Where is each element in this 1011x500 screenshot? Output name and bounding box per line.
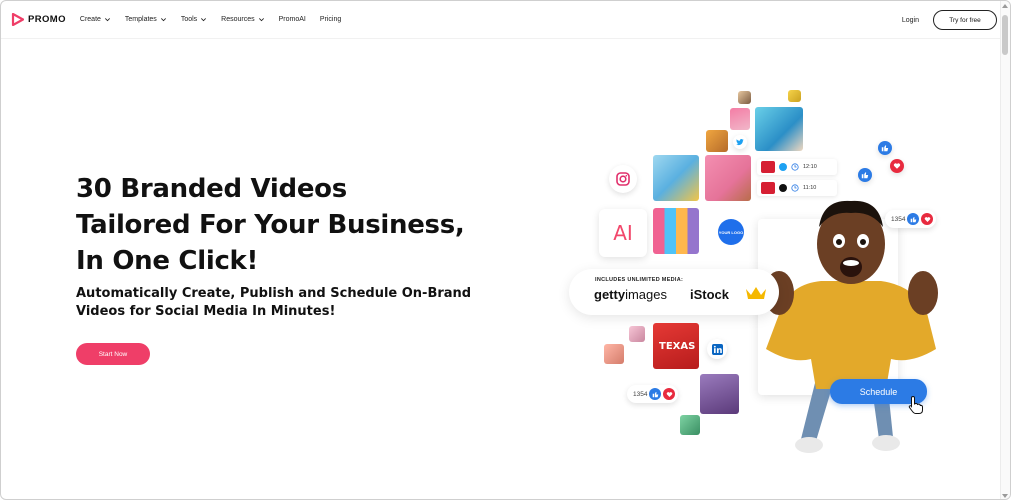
nav-item-pricing[interactable]: Pricing [320, 16, 341, 23]
hand-cursor-icon [908, 395, 923, 414]
like-icon [858, 168, 872, 182]
like-icon [649, 388, 662, 400]
nav-item-promoai[interactable]: PromoAI [279, 16, 306, 23]
getty-light: images [625, 287, 667, 302]
hero-title: 30 Branded Videos Tailored For Your Busi… [76, 171, 506, 279]
nav-menu: Create Templates Tools Resources PromoAI… [80, 16, 341, 23]
media-label: INCLUDES UNLIMITED MEDIA: [595, 277, 684, 283]
page-scrollbar[interactable] [1000, 1, 1010, 499]
try-for-free-button[interactable]: Try for free [933, 10, 997, 30]
hero-subtitle-line: Videos for Social Media In Minutes! [76, 304, 336, 319]
login-link[interactable]: Login [902, 17, 919, 24]
ai-card: AI [599, 209, 647, 257]
hero-subtitle-line: Automatically Create, Publish and Schedu… [76, 286, 472, 301]
like-icon [878, 141, 892, 155]
twitter-icon [733, 135, 747, 149]
scroll-down-icon[interactable] [1002, 494, 1008, 498]
post-thumbnail [761, 161, 775, 173]
nav-label: PromoAI [278, 16, 306, 23]
nav-label: Pricing [319, 16, 342, 23]
istock-logo: iStock [690, 287, 730, 302]
twitter-icon [779, 163, 787, 171]
your-logo-badge: YOUR LOGO [718, 219, 744, 245]
clock-icon [791, 163, 799, 171]
chevron-down-icon [104, 18, 110, 22]
excited-person-photo [761, 189, 941, 469]
photo-tile [705, 155, 751, 201]
getty-bold: getty [594, 287, 626, 302]
nav-label: Templates [124, 16, 157, 23]
chevron-down-icon [160, 18, 166, 22]
hero-title-line: 30 Branded Videos [76, 174, 347, 204]
top-navigation: PROMO Create Templates Tools Resources P… [1, 1, 1001, 39]
texas-label: TEXAS [659, 341, 696, 352]
instagram-icon [609, 165, 637, 193]
photo-tile [604, 344, 624, 364]
photo-tile [653, 155, 699, 201]
logo-text: PROMO [28, 14, 66, 25]
ai-label: AI [613, 221, 633, 245]
nav-label: Resources [221, 16, 255, 23]
gettyimages-logo: gettyimages [594, 287, 667, 302]
promo-logo-icon [11, 13, 24, 26]
crown-icon [746, 287, 766, 299]
scheduled-post-row: 12:10 [757, 159, 837, 175]
texas-video-tile: TEXAS [653, 323, 699, 369]
post-time: 12:10 [803, 164, 817, 170]
heart-icon [890, 159, 904, 173]
unlimited-media-pill: INCLUDES UNLIMITED MEDIA: gettyimages iS… [569, 269, 779, 315]
nav-item-create[interactable]: Create [80, 16, 111, 23]
start-now-button[interactable]: Start Now [76, 343, 150, 365]
nav-label: Tools [180, 16, 198, 23]
photo-tile [730, 108, 750, 130]
photo-tile [706, 130, 728, 152]
promo-logo[interactable]: PROMO [11, 13, 66, 26]
likes-counter: 1354 [627, 385, 679, 403]
linkedin-icon [707, 339, 727, 359]
likes-count: 1354 [633, 390, 648, 398]
scroll-up-icon[interactable] [1002, 4, 1008, 8]
scrollbar-thumb[interactable] [1002, 15, 1008, 55]
photo-tile [755, 107, 803, 151]
browser-window: PROMO Create Templates Tools Resources P… [0, 0, 1011, 500]
hero-title-line: Tailored For Your Business, [76, 210, 465, 240]
hero-title-line: In One Click! [76, 246, 259, 276]
chevron-down-icon [258, 18, 264, 22]
photo-tile [700, 374, 739, 414]
hero-subtitle: Automatically Create, Publish and Schedu… [76, 285, 496, 321]
chevron-down-icon [201, 18, 207, 22]
nav-label: Create [79, 16, 101, 23]
photo-tile [680, 415, 700, 435]
nav-item-resources[interactable]: Resources [221, 16, 264, 23]
photo-tile [629, 326, 645, 342]
heart-icon [663, 388, 676, 400]
header-actions: Login Try for free [902, 10, 997, 30]
photo-tile [788, 90, 801, 102]
photo-tile [738, 91, 751, 104]
media-grid-tile [653, 208, 699, 254]
nav-item-templates[interactable]: Templates [125, 16, 167, 23]
nav-item-tools[interactable]: Tools [181, 16, 207, 23]
